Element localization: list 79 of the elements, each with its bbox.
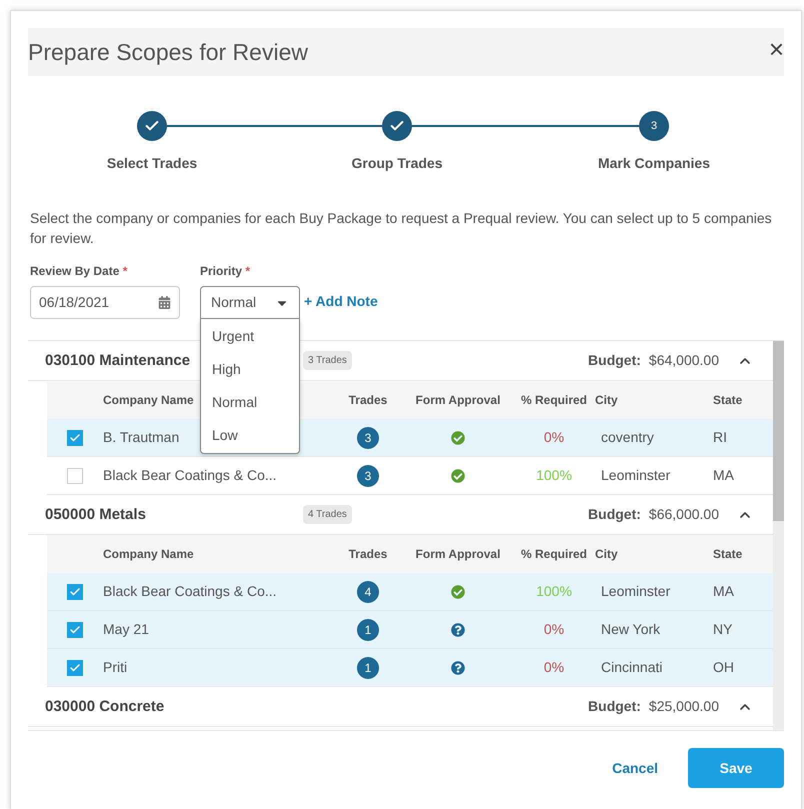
step-label: Select Trades <box>106 155 198 171</box>
column-header: State <box>713 547 742 561</box>
required-percent: 0% <box>544 429 564 445</box>
trades-count: 3 <box>357 426 379 448</box>
company-row[interactable]: May 21 1 0% New York NY <box>47 611 773 649</box>
required-percent: 0% <box>544 659 564 675</box>
required-percent: 100% <box>536 583 572 599</box>
city: Leominster <box>601 467 670 483</box>
checkbox[interactable] <box>67 468 83 484</box>
trades-count: 3 <box>357 464 379 486</box>
checkbox[interactable] <box>67 430 83 446</box>
required-percent: 0% <box>544 621 564 637</box>
menu-option[interactable]: High <box>201 353 299 386</box>
group-title: 050000 Metals <box>45 506 146 522</box>
checkbox[interactable] <box>67 584 83 600</box>
budget-label: Budget: <box>588 505 641 524</box>
state: RI <box>713 429 727 445</box>
column-header: Form Approval <box>416 547 500 561</box>
column-header: Company Name <box>103 547 194 561</box>
company-name: Black Bear Coatings & Co... <box>103 467 277 483</box>
add-note-link[interactable]: + Add Note <box>304 291 378 312</box>
menu-option[interactable]: Normal <box>201 386 299 419</box>
column-header: State <box>713 393 742 407</box>
column-header: Form Approval <box>416 393 500 407</box>
step-label: Group Trades <box>351 155 443 171</box>
trades-count: 1 <box>357 618 379 640</box>
city: Cincinnati <box>601 659 662 675</box>
group-title: 030100 Maintenance <box>45 352 190 368</box>
budget-label: Budget: <box>588 697 641 716</box>
city: coventry <box>601 429 654 445</box>
company-name: Priti <box>103 659 128 675</box>
trades-count: 1 <box>357 656 379 678</box>
priority-select[interactable]: Normal <box>200 286 300 319</box>
cancel-button[interactable]: Cancel <box>602 748 668 788</box>
menu-option[interactable]: Urgent <box>201 320 299 353</box>
column-header: % Required <box>520 547 587 561</box>
company-name: May 21 <box>103 621 149 637</box>
trades-badge: 4 Trades <box>303 505 352 524</box>
field-label: Review By Date * <box>30 263 128 280</box>
description: Select the company or companies for each Buy Package to request a Prequal review. You can select up to 5 companies for review. <box>29 209 773 248</box>
step-number: 3 <box>650 118 658 134</box>
column-header: Company Name <box>103 393 194 407</box>
field-label: Priority * <box>200 263 252 280</box>
city: New York <box>601 621 660 637</box>
dialog-title: Prepare Scopes for Review <box>28 38 308 67</box>
step-label: Mark Companies <box>598 155 710 171</box>
close-button[interactable]: × <box>768 36 784 68</box>
trades-count: 4 <box>357 580 379 602</box>
required-percent: 100% <box>536 467 572 483</box>
state: MA <box>713 467 734 483</box>
company-name: B. Trautman <box>103 429 180 445</box>
budget-value: $64,000.00 <box>648 351 719 370</box>
checkbox[interactable] <box>67 622 83 638</box>
column-header: Trades <box>348 393 388 407</box>
company-row[interactable]: Black Bear Coatings & Co... 4 100% Leominster MA <box>47 573 773 611</box>
group-title: 030000 Concrete <box>45 698 164 714</box>
budget-value: $25,000.00 <box>648 697 719 716</box>
scrollbar[interactable] <box>773 341 784 730</box>
date-field[interactable]: 06/18/2021 <box>30 286 180 319</box>
column-header: % Required <box>520 393 587 407</box>
check-icon <box>69 586 81 598</box>
column-header: City <box>595 393 618 407</box>
check-icon <box>69 432 81 444</box>
budget-label: Budget: <box>588 351 641 370</box>
checkbox[interactable] <box>67 660 83 676</box>
state: OH <box>713 659 734 675</box>
city: Leominster <box>601 583 670 599</box>
menu-option[interactable]: Low <box>201 419 299 452</box>
state: NY <box>713 621 732 637</box>
state: MA <box>713 583 734 599</box>
check-icon <box>69 662 81 674</box>
trades-badge: 3 Trades <box>303 351 352 370</box>
check-icon <box>69 624 81 636</box>
budget-value: $66,000.00 <box>648 505 719 524</box>
company-row[interactable]: Priti 1 0% Cincinnati OH <box>47 649 773 687</box>
column-header: Trades <box>348 547 388 561</box>
calendar-icon <box>158 296 171 309</box>
column-header: City <box>595 547 618 561</box>
company-name: Black Bear Coatings & Co... <box>103 583 277 599</box>
